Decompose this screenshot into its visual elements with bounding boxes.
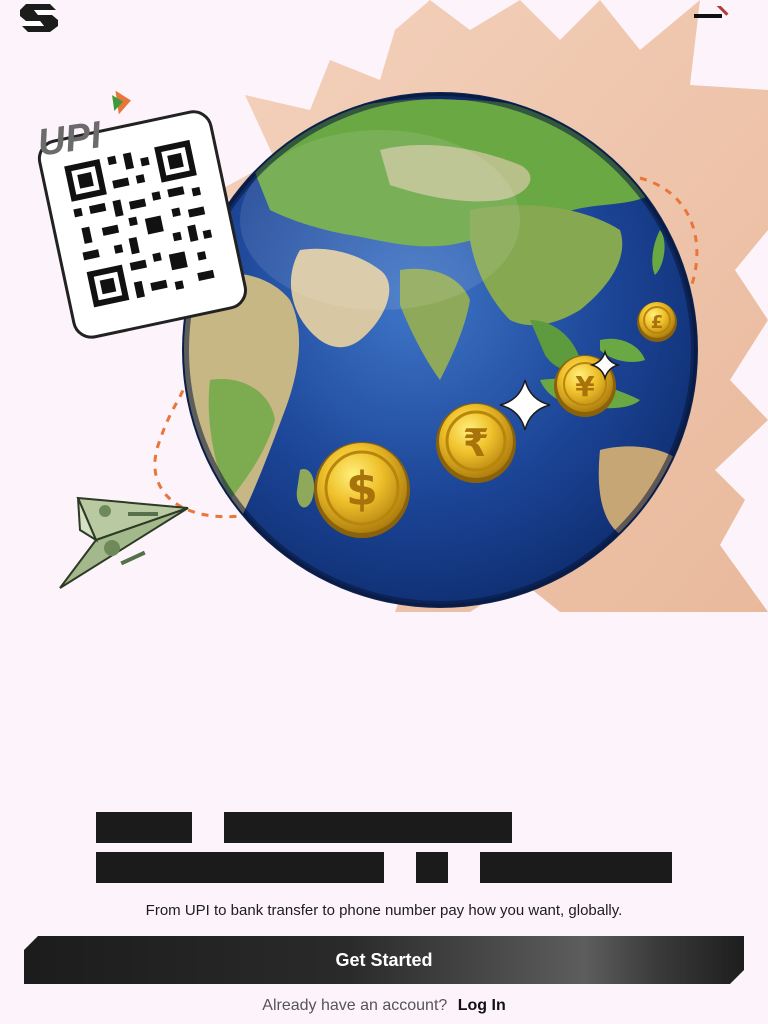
login-link[interactable]: Log In — [458, 997, 506, 1014]
redacted-block — [416, 852, 448, 883]
redacted-block — [96, 852, 384, 883]
headline-redacted — [0, 0, 768, 900]
redacted-block — [96, 812, 192, 843]
get-started-button[interactable]: Get Started — [24, 936, 744, 984]
redacted-block — [224, 812, 512, 843]
account-prompt-text: Already have an account? — [262, 997, 448, 1014]
redacted-block — [480, 852, 672, 883]
subtitle-text: From UPI to bank transfer to phone numbe… — [145, 902, 623, 919]
login-row: Already have an account? Log In — [0, 997, 768, 1015]
